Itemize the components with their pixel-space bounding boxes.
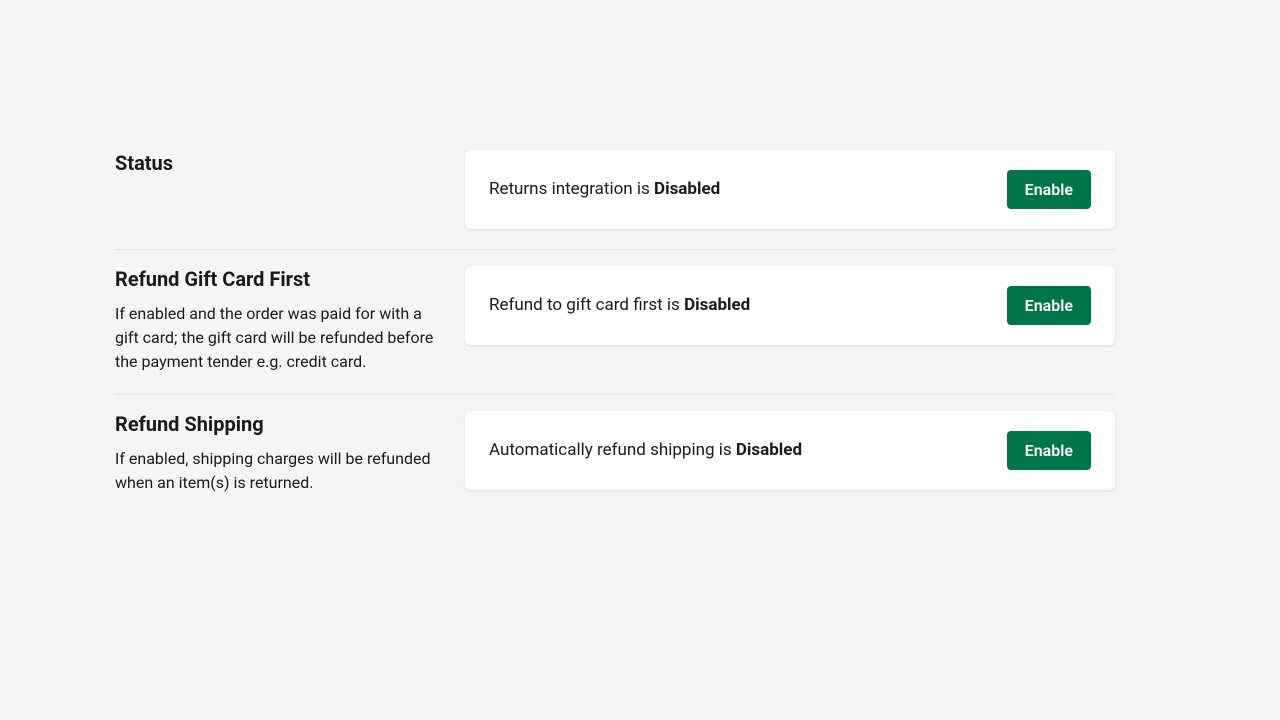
status-section-left: Status xyxy=(115,150,465,229)
gift-card-enable-button[interactable]: Enable xyxy=(1007,286,1091,325)
gift-card-description: If enabled and the order was paid for wi… xyxy=(115,302,445,374)
shipping-card-prefix: Automatically refund shipping is xyxy=(489,440,736,460)
gift-card-section-left: Refund Gift Card First If enabled and th… xyxy=(115,266,465,374)
status-section: Status Returns integration is Disabled E… xyxy=(115,150,1115,250)
shipping-enable-button[interactable]: Enable xyxy=(1007,431,1091,470)
status-enable-button[interactable]: Enable xyxy=(1007,170,1091,209)
status-card-text: Returns integration is Disabled xyxy=(489,178,720,202)
settings-container: Status Returns integration is Disabled E… xyxy=(0,0,1280,515)
gift-card-card-prefix: Refund to gift card first is xyxy=(489,295,684,315)
shipping-title: Refund Shipping xyxy=(115,411,445,437)
gift-card-section-right: Refund to gift card first is Disabled En… xyxy=(465,266,1115,374)
status-card: Returns integration is Disabled Enable xyxy=(465,150,1115,229)
shipping-section-left: Refund Shipping If enabled, shipping cha… xyxy=(115,411,465,495)
shipping-section: Refund Shipping If enabled, shipping cha… xyxy=(115,411,1115,515)
gift-card-card: Refund to gift card first is Disabled En… xyxy=(465,266,1115,345)
shipping-description: If enabled, shipping charges will be ref… xyxy=(115,447,445,495)
shipping-card: Automatically refund shipping is Disable… xyxy=(465,411,1115,490)
gift-card-title: Refund Gift Card First xyxy=(115,266,445,292)
gift-card-card-status: Disabled xyxy=(684,295,750,315)
status-section-right: Returns integration is Disabled Enable xyxy=(465,150,1115,229)
status-card-status: Disabled xyxy=(654,179,720,199)
status-card-prefix: Returns integration is xyxy=(489,179,654,199)
gift-card-card-text: Refund to gift card first is Disabled xyxy=(489,294,750,318)
gift-card-section: Refund Gift Card First If enabled and th… xyxy=(115,266,1115,395)
status-title: Status xyxy=(115,150,445,176)
shipping-section-right: Automatically refund shipping is Disable… xyxy=(465,411,1115,495)
shipping-card-status: Disabled xyxy=(736,440,802,460)
shipping-card-text: Automatically refund shipping is Disable… xyxy=(489,439,802,463)
